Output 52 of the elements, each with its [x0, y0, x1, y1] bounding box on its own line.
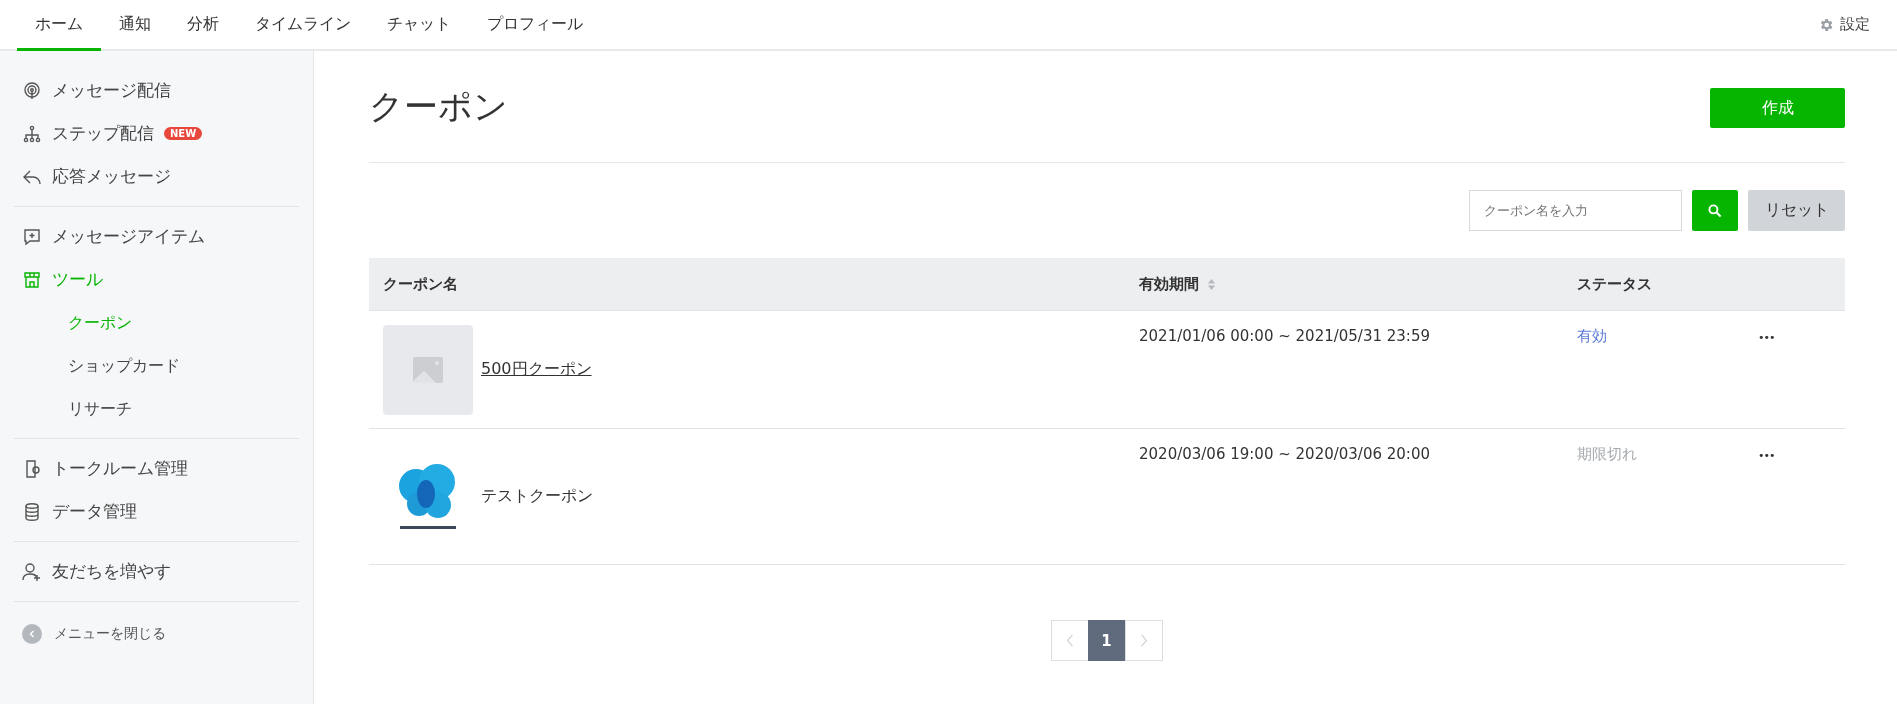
column-header: ステータス [1577, 274, 1652, 294]
status-text: 期限切れ [1577, 445, 1637, 463]
sidebar-item[interactable]: 友だちを増やす [14, 550, 299, 593]
sidebar-subitem[interactable]: リサーチ [14, 387, 299, 430]
nav-tab[interactable]: プロフィール [469, 0, 601, 51]
nav-tab[interactable]: 通知 [101, 0, 169, 51]
nav-tab[interactable]: チャット [369, 0, 469, 51]
search-field[interactable]: クーポン名を入力 [1469, 190, 1682, 231]
collapse-menu-link[interactable]: メニューを閉じる [14, 624, 299, 644]
more-button[interactable]: ••• [1754, 449, 1779, 462]
new-badge: NEW [164, 127, 203, 140]
chevron-right-icon [1139, 634, 1148, 647]
settings-link[interactable]: 設定 [1818, 0, 1880, 49]
collapse-icon [22, 624, 42, 644]
sidebar-item[interactable]: メッセージ配信 [14, 69, 299, 112]
sidebar-label: 友だちを増やす [52, 560, 171, 583]
sidebar-label: メッセージアイテム [52, 225, 205, 248]
page-title: クーポン [369, 84, 508, 128]
sidebar-label: データ管理 [52, 500, 137, 523]
chevron-left-icon [1065, 634, 1074, 647]
settings-icon [1818, 16, 1834, 33]
sidebar-subitem[interactable]: ショップカード [14, 344, 299, 387]
database-icon [22, 501, 42, 522]
coupon-name-link[interactable]: 500円クーポン [481, 359, 592, 380]
shop-icon [22, 269, 42, 290]
search-icon [1707, 202, 1723, 219]
column-header: 有効期間 [1139, 274, 1199, 294]
coupon-name: テストクーポン [481, 486, 593, 507]
sidebar-label: メッセージ配信 [52, 79, 171, 102]
page-button[interactable]: 1 [1087, 620, 1126, 661]
adduser-icon [22, 561, 42, 582]
nav-tab[interactable]: 分析 [169, 0, 237, 51]
sidebar-item[interactable]: トークルーム管理 [14, 447, 299, 490]
sidebar-item[interactable]: ステップ配信 NEW [14, 112, 299, 155]
validity-period: 2021/01/06 00:00 ~ 2021/05/31 23:59 [1139, 327, 1430, 345]
tree-icon [22, 123, 42, 144]
sidebar-label: トークルーム管理 [52, 457, 188, 480]
more-button[interactable]: ••• [1754, 331, 1779, 344]
sidebar-label: ツール [52, 268, 103, 291]
sidebar-label: 応答メッセージ [52, 165, 171, 188]
reset-button[interactable]: リセット [1748, 190, 1845, 231]
sidebar-label: ステップ配信 [52, 122, 154, 145]
broadcast-icon [22, 80, 42, 101]
validity-period: 2020/03/06 19:00 ~ 2020/03/06 20:00 [1139, 445, 1430, 463]
nav-tab[interactable]: タイムライン [237, 0, 369, 51]
status-text: 有効 [1577, 327, 1607, 345]
sidebar-item[interactable]: メッセージアイテム [14, 215, 299, 258]
sidebar-item[interactable]: データ管理 [14, 490, 299, 533]
image-icon [413, 356, 443, 383]
plusbubble-icon [22, 226, 42, 247]
column-header: クーポン名 [383, 274, 458, 294]
sidebar-item[interactable]: 応答メッセージ [14, 155, 299, 198]
